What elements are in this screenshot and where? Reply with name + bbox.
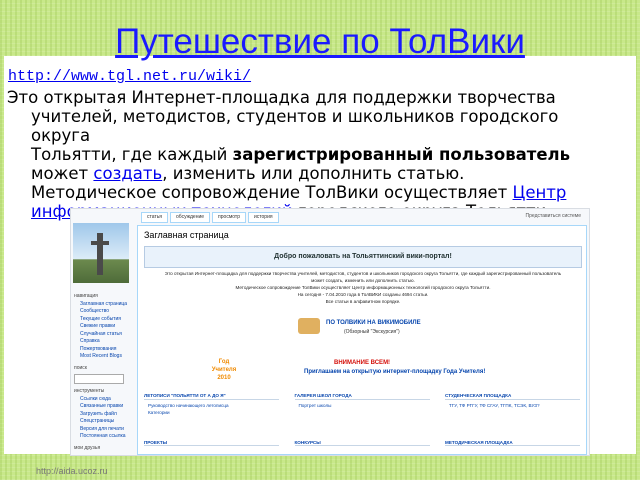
intro-line: Методическое сопровождение ТолВики осуще…: [235, 285, 491, 290]
column-gallery: ГАЛЕРЕЯ ШКОЛ ГОРОДА Портрет школы: [294, 392, 430, 416]
it-center-link[interactable]: Центр: [513, 183, 567, 202]
column-item[interactable]: ТГУ, ТФ РГГУ, ТФ СГАУ, ТГПК, ТСЭК, ВУЗ?: [445, 402, 580, 409]
registered-user-text: зарегистрированный пользователь: [232, 145, 571, 164]
column-chronicles: ЛЕТОПИСИ "ПОЛЬЯТТИ ОТ А ДО Я" Руководств…: [144, 392, 279, 416]
mobile-car-icon: [298, 318, 320, 334]
wiki-tabs: статья обсуждение просмотр история: [141, 212, 279, 223]
intro-line: Это открытая Интернет-площадка для подде…: [164, 271, 562, 276]
intro-line: На сегодня - 7.04.2010 года в ТолВИКИ со…: [297, 292, 429, 297]
sidebar-tool[interactable]: Загрузить файл: [74, 411, 134, 419]
sidebar-tool[interactable]: Постоянная ссылка: [74, 433, 134, 441]
welcome-banner: Добро пожаловать на Тольяттинский вики-п…: [144, 246, 582, 268]
wikimobile-link[interactable]: ПО ТОЛВИКИ НА ВИКИМОБИЛЕ: [326, 320, 421, 326]
para-line-5: Методическое сопровождение ТолВики осуще…: [7, 183, 607, 202]
sidebar-item[interactable]: Случайная статья: [74, 331, 134, 339]
monument-arm: [91, 241, 109, 245]
para-text: , изменить или дополнить статью.: [162, 164, 465, 183]
column-heading[interactable]: СТУДЕНЧЕСКАЯ ПЛОЩАДКА: [445, 392, 580, 400]
wiki-screenshot: статья обсуждение просмотр история Предс…: [70, 208, 590, 456]
para-text: Тольятти, где каждый: [31, 145, 233, 164]
tab-discussion[interactable]: обсуждение: [170, 212, 211, 223]
projects-heading[interactable]: ПРОЕКТЫ: [144, 440, 279, 446]
tab-article[interactable]: статья: [141, 212, 169, 223]
contests-heading[interactable]: КОНКУРСЫ: [294, 440, 430, 446]
wiki-columns: ЛЕТОПИСИ "ПОЛЬЯТТИ ОТ А ДО Я" Руководств…: [144, 392, 580, 416]
sidebar-tool[interactable]: Версия для печати: [74, 426, 134, 434]
tab-view[interactable]: просмотр: [212, 212, 246, 223]
sidebar-tools-heading: инструменты: [74, 388, 105, 394]
create-link[interactable]: создать: [93, 164, 162, 183]
intro-line: может создать, изменить или дополнить ст…: [311, 278, 415, 283]
sidebar-item[interactable]: Пожертвования: [74, 346, 134, 354]
sidebar-friends-heading: мои друзья: [74, 444, 101, 451]
wiki-intro: Это открытая Интернет-площадка для подде…: [148, 270, 578, 305]
wiki-columns-row2: ПРОЕКТЫ КОНКУРСЫ МЕТОДИЧЕСКАЯ ПЛОЩАДКА: [144, 440, 580, 446]
sidebar-item[interactable]: Свежие правки: [74, 323, 134, 331]
sidebar-item[interactable]: Справка: [74, 338, 134, 346]
column-item[interactable]: Портрет школы: [295, 402, 430, 409]
para-line-3: Тольятти, где каждый зарегистрированный …: [7, 145, 607, 164]
slide-title[interactable]: Путешествие по ТолВики: [0, 22, 640, 62]
sidebar-item[interactable]: Most Recent Blogs: [74, 353, 134, 361]
invite-link[interactable]: Приглашаем на открытую интернет-площадку…: [304, 369, 485, 375]
column-heading[interactable]: ГАЛЕРЕЯ ШКОЛ ГОРОДА: [294, 392, 430, 400]
wiki-sidebar: навигация Заглавная страница Сообщество …: [74, 289, 134, 452]
monument-icon: [97, 233, 103, 275]
para-text: Методическое сопровождение ТолВики осуще…: [31, 183, 513, 202]
column-students: СТУДЕНЧЕСКАЯ ПЛОЩАДКА ТГУ, ТФ РГГУ, ТФ С…: [445, 392, 580, 416]
column-item[interactable]: Категории: [144, 409, 279, 416]
wiki-url-link[interactable]: http://www.tgl.net.ru/wiki/: [8, 68, 251, 85]
sidebar-item[interactable]: Текущие события: [74, 316, 134, 324]
column-item[interactable]: Руководство начинающего летописца: [144, 402, 279, 409]
wikimobile-subtitle: (Обзорный "Экскурсия"): [344, 329, 400, 335]
sidebar-tool[interactable]: Связанные правки: [74, 403, 134, 411]
teacher-year-logo: Год Учителя 2010: [211, 359, 237, 381]
sidebar-tool[interactable]: Ссылки сюда: [74, 396, 134, 404]
footer-source-url: http://aida.ucoz.ru: [36, 466, 108, 476]
para-line-1: Это открытая Интернет-площадка для подде…: [7, 88, 556, 107]
wiki-page-title: Заглавная страница: [144, 230, 229, 240]
description-paragraph: Это открытая Интернет-площадка для подде…: [7, 88, 607, 221]
para-line-4: может создать, изменить или дополнить ст…: [7, 164, 607, 183]
wiki-logo[interactable]: [73, 223, 129, 283]
column-heading[interactable]: ЛЕТОПИСИ "ПОЛЬЯТТИ ОТ А ДО Я": [144, 392, 279, 400]
attention-heading: ВНИМАНИЕ ВСЕМ!: [334, 360, 391, 366]
tab-history[interactable]: история: [248, 212, 279, 223]
sidebar-tool[interactable]: Спецстраницы: [74, 418, 134, 426]
wiki-content: Заглавная страница Добро пожаловать на Т…: [137, 225, 587, 455]
para-text: может: [31, 164, 94, 183]
sidebar-search-input[interactable]: [74, 374, 124, 384]
intro-line[interactable]: Все статьи в алфавитном порядке.: [148, 298, 578, 305]
para-line-2: учителей, методистов, студентов и школьн…: [31, 107, 559, 145]
sidebar-nav-heading: навигация: [74, 293, 98, 299]
sidebar-item[interactable]: Заглавная страница: [74, 301, 134, 309]
methodic-heading[interactable]: МЕТОДИЧЕСКАЯ ПЛОЩАДКА: [445, 440, 580, 446]
sidebar-search-heading: поиск: [74, 364, 87, 371]
login-link[interactable]: Представиться системе: [526, 213, 581, 219]
sidebar-item[interactable]: Сообщество: [74, 308, 134, 316]
